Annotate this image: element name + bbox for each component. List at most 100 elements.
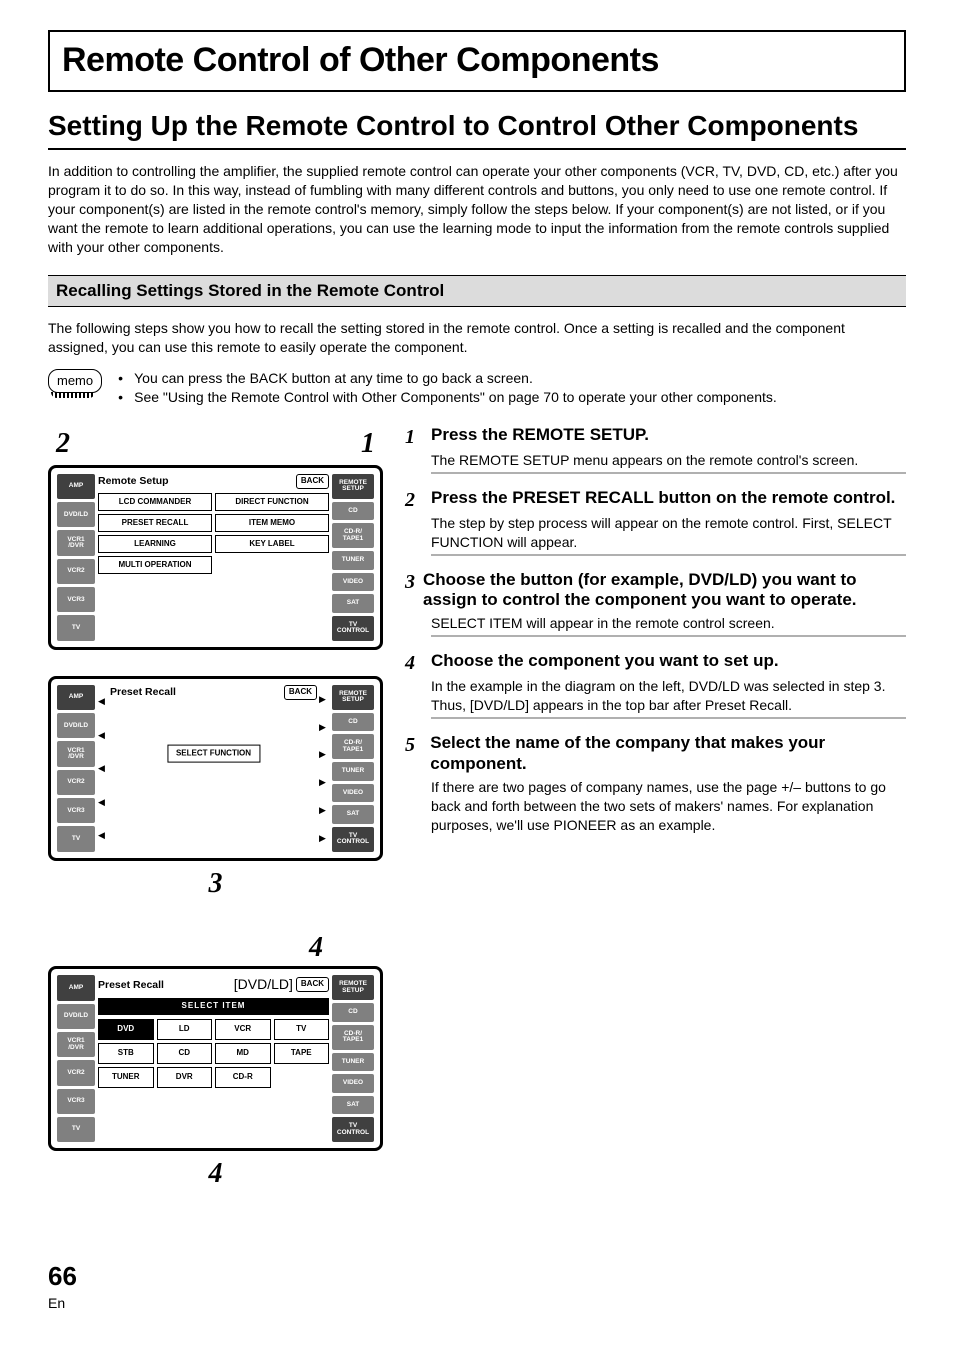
side-btn-remote-setup[interactable]: REMOTE SETUP xyxy=(332,975,374,1000)
lcd-title: Remote Setup xyxy=(98,474,292,488)
side-btn-video[interactable]: VIDEO xyxy=(332,784,374,803)
step-title: Press the PRESET RECALL button on the re… xyxy=(431,488,895,508)
side-btn-tuner[interactable]: TUNER xyxy=(332,551,374,570)
item-tuner[interactable]: TUNER xyxy=(98,1067,154,1088)
lcd-btn-multi-operation[interactable]: MULTI OPERATION xyxy=(98,556,212,574)
side-btn-remote-setup[interactable]: REMOTE SETUP xyxy=(332,685,374,710)
callout-2: 2 xyxy=(56,425,70,463)
item-ld[interactable]: LD xyxy=(157,1019,213,1040)
lcd-btn-key-label[interactable]: KEY LABEL xyxy=(215,535,329,553)
back-button[interactable]: BACK xyxy=(296,977,329,992)
item-cdr[interactable]: CD-R xyxy=(215,1067,271,1088)
lcd-btn-learning[interactable]: LEARNING xyxy=(98,535,212,553)
lcd-bracket: [DVD/LD] xyxy=(234,975,293,994)
side-btn-vcr1[interactable]: VCR1 /DVR xyxy=(57,1032,95,1057)
back-button[interactable]: BACK xyxy=(296,474,329,489)
side-btn-sat[interactable]: SAT xyxy=(332,594,374,613)
side-btn-vcr3[interactable]: VCR3 xyxy=(57,798,95,823)
page-lang: En xyxy=(48,1294,906,1313)
intro-paragraph: In addition to controlling the amplifier… xyxy=(48,162,906,256)
side-btn-cd[interactable]: CD xyxy=(332,1003,374,1022)
side-btn-amp[interactable]: AMP xyxy=(57,474,95,499)
item-stb[interactable]: STB xyxy=(98,1043,154,1064)
diagram-preset-recall: AMP DVD/LD VCR1 /DVR VCR2 VCR3 TV ◀◀◀◀◀ xyxy=(48,676,383,903)
item-cd[interactable]: CD xyxy=(157,1043,213,1064)
memo-item: You can press the BACK button at any tim… xyxy=(118,369,777,388)
lcd-btn-direct-function[interactable]: DIRECT FUNCTION xyxy=(215,493,329,511)
step-number: 4 xyxy=(405,653,423,673)
lcd-title: Preset Recall xyxy=(110,685,280,699)
memo-badge: memo xyxy=(48,369,102,393)
side-btn-cdr[interactable]: CD-R/ TAPE1 xyxy=(332,1025,374,1050)
lcd-btn-lcd-commander[interactable]: LCD COMMANDER xyxy=(98,493,212,511)
callout-1: 1 xyxy=(361,425,375,463)
side-btn-dvdld[interactable]: DVD/LD xyxy=(57,1004,95,1029)
step-title: Choose the button (for example, DVD/LD) … xyxy=(423,570,906,611)
side-btn-cdr[interactable]: CD-R/ TAPE1 xyxy=(332,734,374,759)
side-btn-tv[interactable]: TV xyxy=(57,615,95,640)
step-title: Select the name of the company that make… xyxy=(430,733,906,774)
side-btn-amp[interactable]: AMP xyxy=(57,975,95,1000)
item-dvd[interactable]: DVD xyxy=(98,1019,154,1040)
side-btn-vcr1[interactable]: VCR1 /DVR xyxy=(57,741,95,766)
diagram-remote-setup: 2 1 AMP DVD/LD VCR1 /DVR VCR2 VCR3 TV xyxy=(48,425,383,650)
section-heading: Setting Up the Remote Control to Control… xyxy=(48,110,906,150)
divider xyxy=(431,472,906,474)
sub-heading: Recalling Settings Stored in the Remote … xyxy=(48,275,906,308)
lcd-btn-item-memo[interactable]: ITEM MEMO xyxy=(215,514,329,532)
step-title: Choose the component you want to set up. xyxy=(431,651,779,671)
callout-4-bottom: 4 xyxy=(209,1158,223,1189)
side-btn-vcr2[interactable]: VCR2 xyxy=(57,559,95,584)
diagram-select-item: 4 AMP DVD/LD VCR1 /DVR VCR2 VCR3 TV Pres… xyxy=(48,929,383,1194)
side-btn-vcr2[interactable]: VCR2 xyxy=(57,770,95,795)
lcd-btn-preset-recall[interactable]: PRESET RECALL xyxy=(98,514,212,532)
sub-intro-paragraph: The following steps show you how to reca… xyxy=(48,319,906,357)
side-btn-tvcontrol[interactable]: TV CONTROL xyxy=(332,827,374,852)
item-tape[interactable]: TAPE xyxy=(274,1043,330,1064)
page-number: 66 xyxy=(48,1259,906,1294)
side-btn-tuner[interactable]: TUNER xyxy=(332,762,374,781)
side-btn-cd[interactable]: CD xyxy=(332,502,374,521)
step-desc: SELECT ITEM will appear in the remote co… xyxy=(431,614,906,633)
item-vcr[interactable]: VCR xyxy=(215,1019,271,1040)
side-btn-vcr1[interactable]: VCR1 /DVR xyxy=(57,530,95,555)
select-function-label: SELECT FUNCTION xyxy=(167,744,260,763)
back-button[interactable]: BACK xyxy=(284,685,317,700)
memo-item: See "Using the Remote Control with Other… xyxy=(118,388,777,407)
page-title: Remote Control of Other Components xyxy=(62,38,892,84)
step-desc: In the example in the diagram on the lef… xyxy=(431,677,906,715)
side-btn-tvcontrol[interactable]: TV CONTROL xyxy=(332,1117,374,1142)
item-tv[interactable]: TV xyxy=(274,1019,330,1040)
side-btn-dvdld[interactable]: DVD/LD xyxy=(57,713,95,738)
side-btn-sat[interactable]: SAT xyxy=(332,1096,374,1115)
memo-block: memo You can press the BACK button at an… xyxy=(48,369,906,407)
side-btn-tvcontrol[interactable]: TV CONTROL xyxy=(332,616,374,641)
side-btn-vcr3[interactable]: VCR3 xyxy=(57,1089,95,1114)
step-number: 1 xyxy=(405,427,423,447)
step-number: 2 xyxy=(405,490,423,510)
side-btn-remote-setup[interactable]: REMOTE SETUP xyxy=(332,474,374,499)
item-md[interactable]: MD xyxy=(215,1043,271,1064)
step-number: 5 xyxy=(405,735,422,755)
arrow-right-col: ▶▶▶▶▶▶ xyxy=(319,685,329,852)
step-number: 3 xyxy=(405,572,415,592)
side-btn-tv[interactable]: TV xyxy=(57,826,95,851)
side-btn-tuner[interactable]: TUNER xyxy=(332,1053,374,1072)
side-btn-video[interactable]: VIDEO xyxy=(332,573,374,592)
side-btn-sat[interactable]: SAT xyxy=(332,805,374,824)
side-btn-cd[interactable]: CD xyxy=(332,713,374,732)
side-btn-video[interactable]: VIDEO xyxy=(332,1074,374,1093)
page-footer: 66 En xyxy=(48,1259,906,1313)
side-btn-vcr2[interactable]: VCR2 xyxy=(57,1060,95,1085)
lcd-title: Preset Recall xyxy=(98,978,231,992)
steps-column: 1 Press the REMOTE SETUP. The REMOTE SET… xyxy=(405,425,906,1219)
item-dvr[interactable]: DVR xyxy=(157,1067,213,1088)
side-btn-amp[interactable]: AMP xyxy=(57,685,95,710)
memo-list: You can press the BACK button at any tim… xyxy=(114,369,777,407)
side-btn-dvdld[interactable]: DVD/LD xyxy=(57,502,95,527)
side-btn-tv[interactable]: TV xyxy=(57,1117,95,1142)
divider xyxy=(431,717,906,719)
side-btn-vcr3[interactable]: VCR3 xyxy=(57,587,95,612)
callout-3: 3 xyxy=(209,868,223,899)
side-btn-cdr[interactable]: CD-R/ TAPE1 xyxy=(332,523,374,548)
